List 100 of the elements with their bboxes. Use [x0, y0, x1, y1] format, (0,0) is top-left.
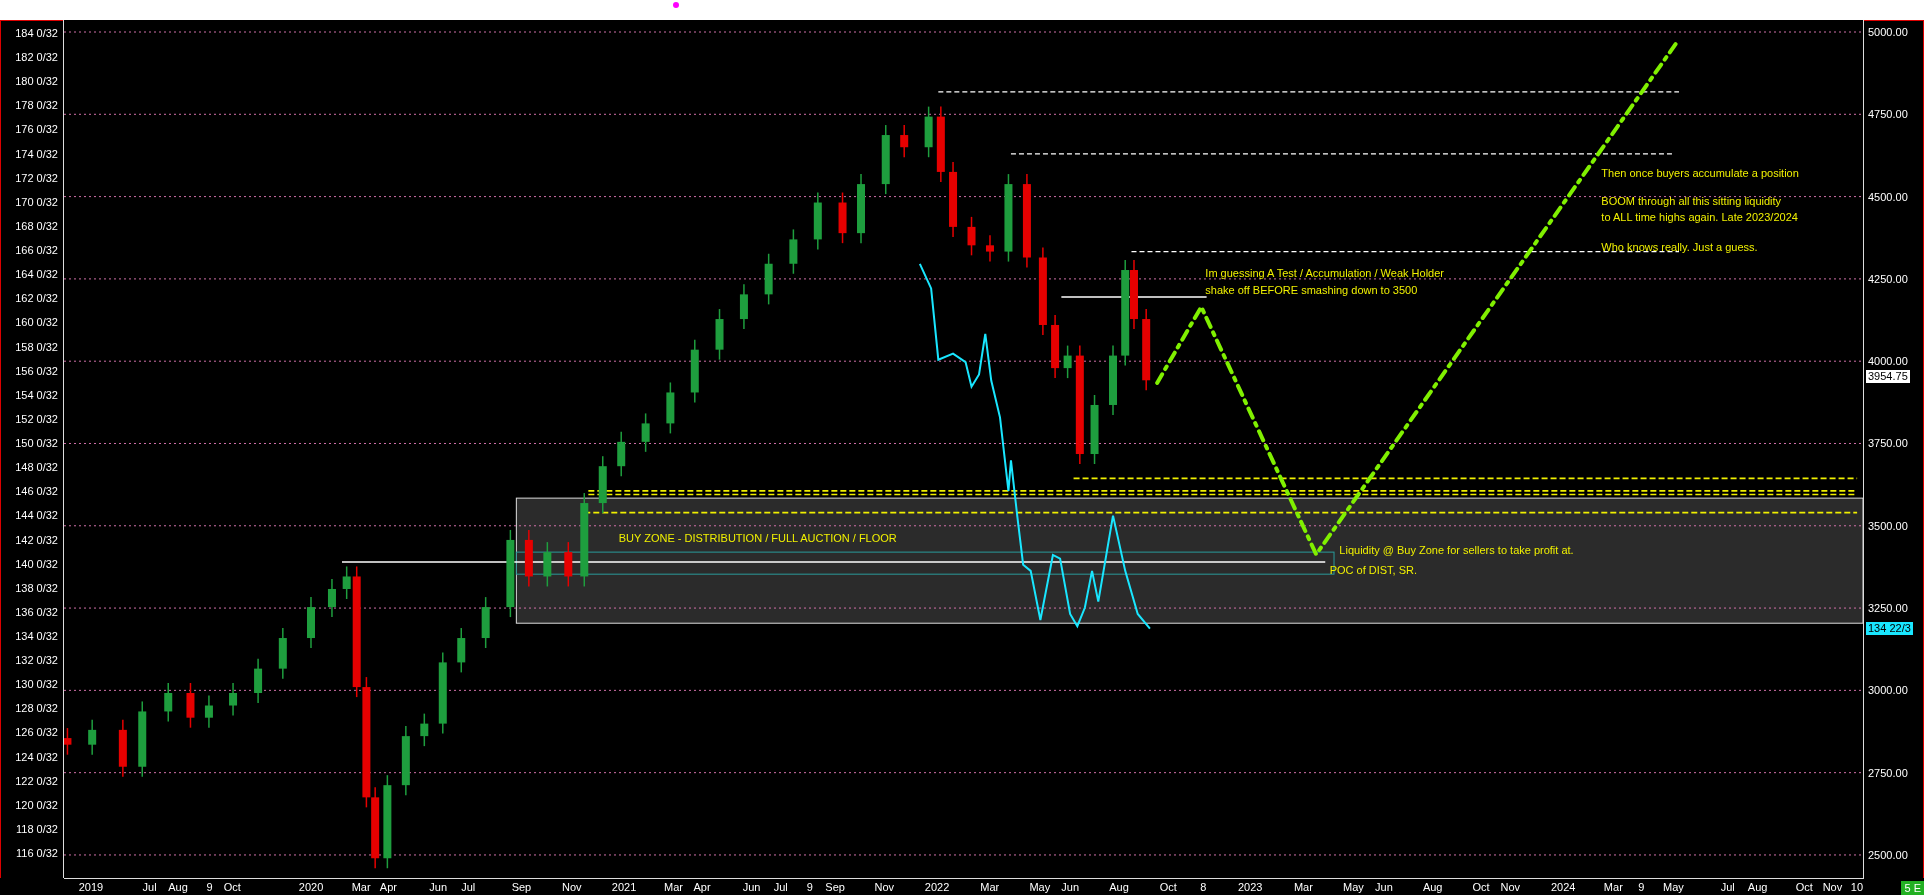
candle	[186, 682, 195, 729]
axis-label: 9	[206, 881, 213, 894]
axis-label: 9	[806, 881, 813, 894]
axis-label: Nov	[562, 881, 582, 894]
chart-note: Liquidity @ Buy Zone for sellers to take profit at.	[1339, 543, 1574, 557]
axis-label: 5000.00	[1868, 26, 1908, 39]
axis-label: Oct	[1795, 881, 1813, 894]
axis-label: 2500.00	[1868, 848, 1908, 862]
axis-label: Jul	[461, 881, 476, 894]
chart-note: Then once buyers accumulate a position	[1601, 166, 1799, 180]
axis-label: May	[1663, 881, 1684, 894]
axis-label: 156 0/32	[15, 364, 58, 378]
axis-label: 10	[1850, 881, 1864, 894]
chart-note: to ALL time highs again. Late 2023/2024	[1601, 211, 1798, 225]
axis-label: Aug	[168, 881, 188, 894]
axis-label: 3500.00	[1868, 519, 1908, 533]
candle	[715, 308, 724, 361]
axis-label: 174 0/32	[15, 147, 58, 161]
candle	[1090, 394, 1099, 465]
axis-label: Apr	[379, 881, 397, 894]
axis-label: 3750.00	[1868, 437, 1908, 451]
axis-label: 154 0/32	[15, 388, 58, 402]
axis-label: Jul	[142, 881, 157, 894]
price-tag: 3954.75	[1866, 370, 1910, 384]
candle	[564, 541, 573, 588]
axis-label: Nov	[1500, 881, 1521, 894]
axis-label: Apr	[693, 881, 711, 894]
chart-note: POC of DIST, SR.	[1329, 564, 1418, 578]
axis-label: 172 0/32	[15, 171, 58, 185]
candle	[764, 253, 773, 306]
axis-label: 2021	[611, 881, 637, 894]
candle	[986, 234, 994, 263]
axis-label: 152 0/32	[15, 412, 58, 426]
candle	[524, 529, 533, 588]
axis-label: Mar	[1293, 881, 1313, 894]
chart-note: Who knows really. Just a guess.	[1601, 241, 1758, 255]
candle	[813, 191, 822, 251]
candle	[254, 657, 263, 704]
candle	[598, 455, 607, 514]
axis-label: Mar	[664, 881, 684, 894]
candle	[481, 596, 490, 649]
axis-label: 130 0/32	[15, 678, 58, 692]
candle	[881, 124, 890, 195]
candle	[838, 191, 847, 244]
axis-label: 180 0/32	[15, 75, 58, 89]
axis-label: Oct	[223, 881, 241, 894]
axis-label: 3250.00	[1868, 602, 1908, 616]
axis-label: 168 0/32	[15, 219, 58, 233]
candle	[307, 596, 315, 649]
axis-label: 136 0/32	[15, 605, 58, 619]
axis-label: Sep	[825, 881, 845, 894]
axis-label: May	[1343, 881, 1364, 894]
axis-label: 138 0/32	[15, 581, 58, 595]
status-badge: 5 E	[1901, 881, 1924, 895]
candle	[1051, 314, 1060, 379]
candle	[229, 682, 238, 717]
axis-label: 132 0/32	[15, 654, 58, 668]
axis-label: 2023	[1237, 881, 1263, 894]
candle	[278, 627, 287, 680]
axis-label: 170 0/32	[15, 195, 58, 209]
candle	[118, 719, 127, 778]
axis-label: 4000.00	[1868, 355, 1908, 369]
candle	[1063, 344, 1072, 379]
axis-label: Jul	[1720, 881, 1735, 894]
axis-label: 160 0/32	[15, 316, 58, 330]
axis-label: 122 0/32	[15, 774, 58, 788]
candle	[666, 381, 675, 435]
axis-label: 2022	[924, 881, 950, 894]
chart-note: shake off BEFORE smashing down to 3500	[1205, 283, 1418, 297]
axis-label: 3000.00	[1868, 684, 1908, 698]
axis-label: 118 0/32	[16, 822, 58, 836]
candle	[967, 216, 976, 257]
axis-label: Jun	[429, 881, 448, 894]
axis-label: 158 0/32	[15, 340, 58, 354]
axis-label: 146 0/32	[15, 485, 58, 499]
axis-label: Sep	[511, 881, 532, 894]
candle	[457, 627, 466, 674]
candle	[641, 412, 650, 453]
axis-label: 144 0/32	[15, 509, 58, 523]
axis-label: Aug	[1747, 881, 1768, 894]
axis-label: 4250.00	[1868, 272, 1908, 286]
axis-label: Nov	[1822, 881, 1843, 894]
axis-label: Aug	[1109, 881, 1129, 894]
axis-label: 2020	[298, 881, 324, 894]
candle	[543, 541, 552, 588]
axis-label: Mar	[1603, 881, 1623, 894]
chart-note: BUY ZONE - DISTRIBUTION / FULL AUCTION / FLOOR	[618, 532, 897, 546]
candle	[690, 338, 699, 404]
candle	[401, 725, 410, 796]
chart-note: BOOM through all this sitting liquidity	[1601, 194, 1782, 208]
axis-label: 128 0/32	[15, 702, 58, 716]
candle	[900, 124, 909, 158]
axis-label: 126 0/32	[15, 726, 58, 740]
marker-dot	[673, 2, 679, 8]
axis-label: Mar	[980, 881, 1000, 894]
axis-label: 2024	[1550, 881, 1576, 894]
axis-label: 2750.00	[1868, 766, 1908, 780]
axis-label: 4750.00	[1868, 108, 1908, 122]
axis-label: Nov	[874, 881, 895, 894]
candle	[164, 682, 173, 723]
